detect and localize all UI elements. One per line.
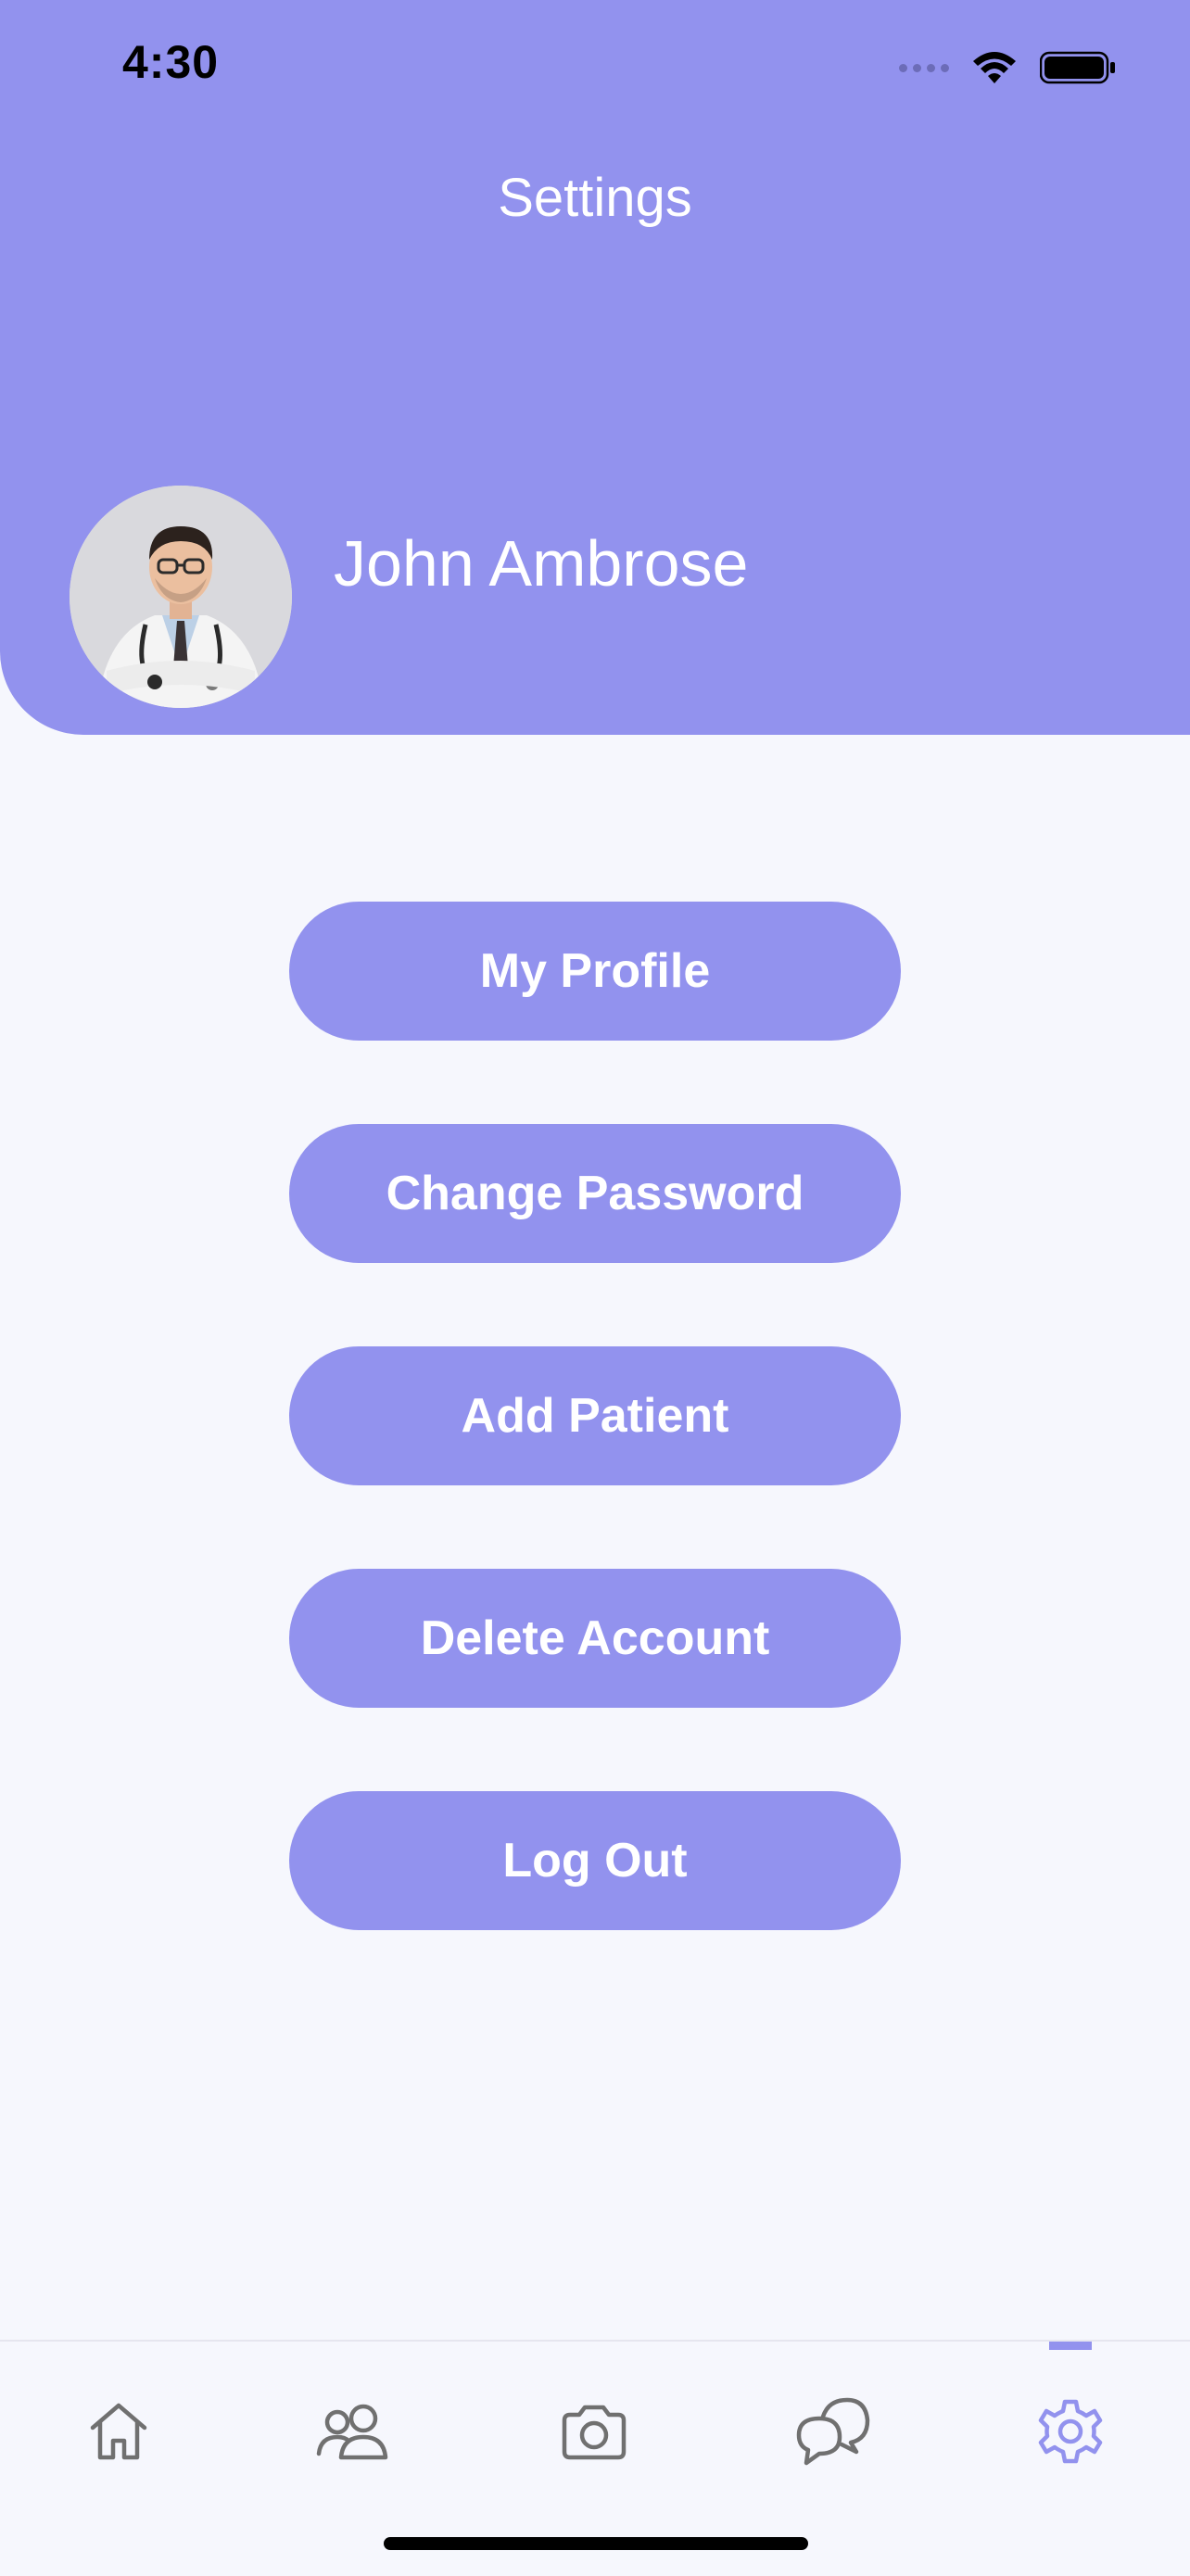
tab-settings[interactable] [1019, 2380, 1121, 2482]
delete-account-button[interactable]: Delete Account [289, 1569, 901, 1708]
cellular-signal-icon [899, 63, 949, 72]
page-title: Settings [498, 168, 692, 228]
log-out-button[interactable]: Log Out [289, 1791, 901, 1930]
status-time: 4:30 [122, 36, 220, 88]
home-icon [90, 2403, 147, 2460]
gear-icon [1038, 2399, 1103, 2464]
users-icon [316, 2404, 388, 2460]
wifi-icon [973, 52, 1016, 83]
tab-chat[interactable] [781, 2380, 883, 2482]
my-profile-button[interactable]: My Profile [289, 902, 901, 1041]
active-tab-indicator [1049, 2342, 1092, 2350]
battery-icon [1040, 51, 1115, 84]
home-indicator [384, 2537, 808, 2550]
status-indicators [899, 44, 1116, 91]
tab-home[interactable] [68, 2380, 170, 2482]
profile-header: 4:30 Settings John Ambrose [0, 0, 1190, 735]
change-password-button[interactable]: Change Password [289, 1124, 901, 1263]
tab-camera[interactable] [543, 2380, 645, 2482]
avatar[interactable] [70, 486, 292, 708]
doctor-portrait-image [70, 486, 292, 708]
camera-icon [562, 2405, 627, 2460]
chat-icon [796, 2397, 870, 2466]
add-patient-button[interactable]: Add Patient [289, 1346, 901, 1485]
tab-patients[interactable] [305, 2380, 407, 2482]
user-name: John Ambrose [334, 527, 749, 600]
